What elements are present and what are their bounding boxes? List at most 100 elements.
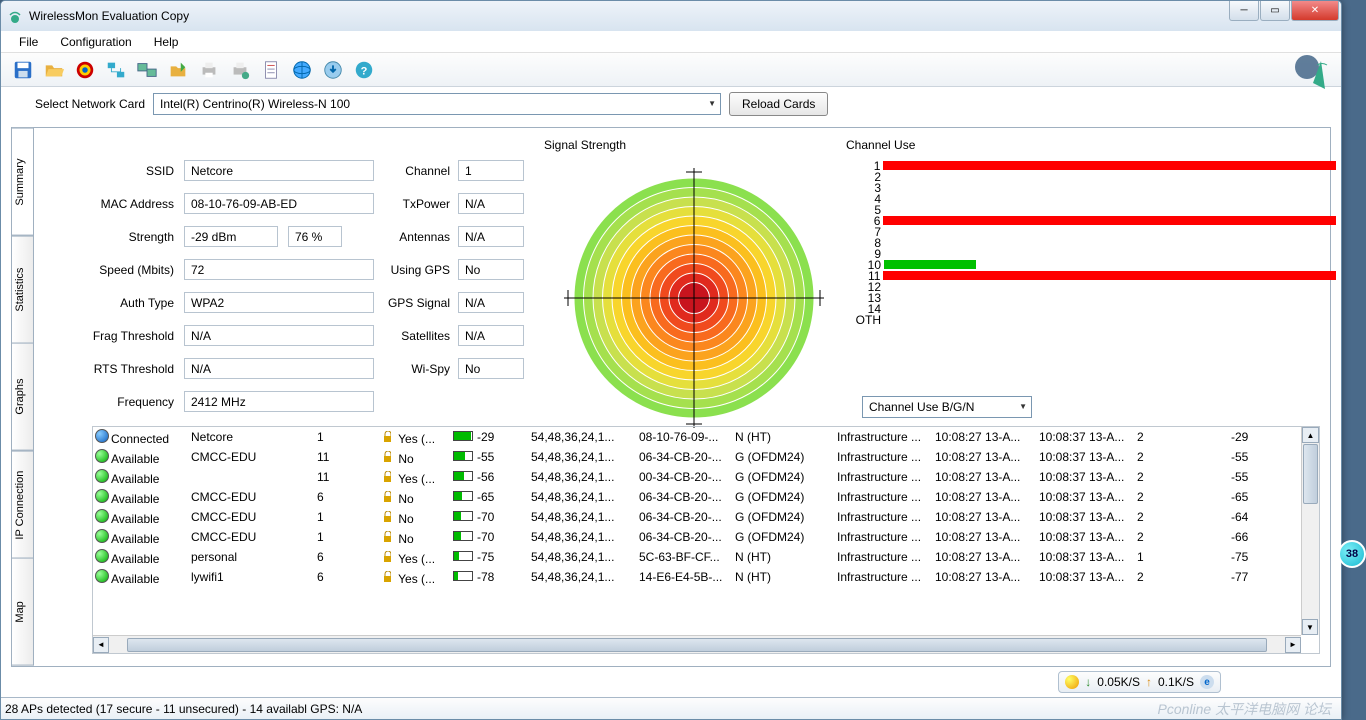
field-value: 1 <box>458 160 524 181</box>
status-icon <box>95 449 109 463</box>
menu-help[interactable]: Help <box>144 33 189 51</box>
lock-icon <box>383 531 391 543</box>
tab-statistics[interactable]: Statistics <box>12 236 34 344</box>
field-label: Using GPS <box>384 263 450 277</box>
signal-bar-icon <box>453 431 473 441</box>
field-value: N/A <box>458 325 524 346</box>
help-icon[interactable]: ? <box>352 58 376 82</box>
horizontal-scrollbar[interactable]: ◄ ► <box>93 635 1301 653</box>
field-value: N/A <box>458 193 524 214</box>
channel-use-title: Channel Use <box>846 138 915 152</box>
ie-icon[interactable]: e <box>1200 675 1214 689</box>
scroll-left-icon[interactable]: ◄ <box>93 637 109 653</box>
field-label: Channel <box>384 164 450 178</box>
field-label: GPS Signal <box>384 296 450 310</box>
lock-icon <box>383 571 391 583</box>
table-row[interactable]: Available CMCC-EDU 1 No -70 54,48,36,24,… <box>93 507 1320 527</box>
v-thumb[interactable] <box>1303 444 1318 504</box>
channel-row: 10 <box>846 259 1336 270</box>
channel-use-select[interactable]: Channel Use B/G/N <box>862 396 1032 418</box>
close-button[interactable]: ✕ <box>1291 1 1339 21</box>
log-icon[interactable] <box>259 58 283 82</box>
field-label: Strength <box>70 230 174 244</box>
field-value: 2412 MHz <box>184 391 374 412</box>
main-panel: Summary Statistics Graphs IP Connection … <box>11 127 1331 667</box>
field-label: SSID <box>70 164 174 178</box>
reload-cards-button[interactable]: Reload Cards <box>729 92 828 116</box>
download-icon[interactable] <box>321 58 345 82</box>
minimize-button[interactable]: ─ <box>1229 1 1259 21</box>
vertical-tabs: Summary Statistics Graphs IP Connection … <box>12 128 34 666</box>
field-value: WPA2 <box>184 292 374 313</box>
status-icon <box>95 549 109 563</box>
field-label: Satellites <box>384 329 450 343</box>
target-icon[interactable] <box>73 58 97 82</box>
tab-graphs[interactable]: Graphs <box>12 343 34 451</box>
menu-configuration[interactable]: Configuration <box>50 33 141 51</box>
field-value: Netcore <box>184 160 374 181</box>
toolbar: ? <box>1 53 1341 87</box>
lock-icon <box>383 491 391 503</box>
field-label: Antennas <box>384 230 450 244</box>
app-icon <box>7 8 23 24</box>
signal-strength-gauge <box>554 158 834 438</box>
net-icon[interactable] <box>104 58 128 82</box>
channel-row: 8 <box>846 237 1336 248</box>
field-label: Frag Threshold <box>70 329 174 343</box>
field-label: Frequency <box>70 395 174 409</box>
channel-row: 2 <box>846 171 1336 182</box>
field-label: MAC Address <box>70 197 174 211</box>
table-row[interactable]: Available 11 Yes (... -56 54,48,36,24,1.… <box>93 467 1320 487</box>
print-icon[interactable] <box>197 58 221 82</box>
open-icon[interactable] <box>42 58 66 82</box>
screens-icon[interactable] <box>135 58 159 82</box>
table-row[interactable]: Available CMCC-EDU 11 No -55 54,48,36,24… <box>93 447 1320 467</box>
status-icon <box>95 469 109 483</box>
table-row[interactable]: Connected Netcore 1 Yes (... -29 54,48,3… <box>93 427 1320 447</box>
table-row[interactable]: Available CMCC-EDU 6 No -65 54,48,36,24,… <box>93 487 1320 507</box>
field-value: 08-10-76-09-AB-ED <box>184 193 374 214</box>
signal-bar-icon <box>453 471 473 481</box>
field-value: N/A <box>458 226 524 247</box>
menu-file[interactable]: File <box>9 33 48 51</box>
tab-summary[interactable]: Summary <box>12 128 34 236</box>
network-card-select[interactable]: Intel(R) Centrino(R) Wireless-N 100 <box>153 93 721 115</box>
maximize-button[interactable]: ▭ <box>1260 1 1290 21</box>
up-arrow-icon: ↑ <box>1146 675 1152 689</box>
print2-icon[interactable] <box>228 58 252 82</box>
notification-bubble[interactable]: 38 <box>1338 540 1366 568</box>
vertical-scrollbar[interactable]: ▲ ▼ <box>1301 427 1319 635</box>
scroll-right-icon[interactable]: ► <box>1285 637 1301 653</box>
channel-row: 14 <box>846 303 1336 314</box>
field-value: No <box>458 358 524 379</box>
h-thumb[interactable] <box>127 638 1267 652</box>
globe-icon[interactable] <box>290 58 314 82</box>
field-label: Auth Type <box>70 296 174 310</box>
field-value2: 76 % <box>288 226 342 247</box>
channel-row: 1 <box>846 160 1336 171</box>
statusbar: 28 APs detected (17 secure - 11 unsecure… <box>1 697 1341 719</box>
save-icon[interactable] <box>11 58 35 82</box>
channel-row: OTH <box>846 314 1336 325</box>
scroll-up-icon[interactable]: ▲ <box>1302 427 1319 443</box>
networks-table: Connected Netcore 1 Yes (... -29 54,48,3… <box>92 426 1320 654</box>
table-row[interactable]: Available personal 6 Yes (... -75 54,48,… <box>93 547 1320 567</box>
signal-bar-icon <box>453 511 473 521</box>
table-row[interactable]: Available lywifi1 6 Yes (... -78 54,48,3… <box>93 567 1320 587</box>
lock-icon <box>383 551 391 563</box>
meter-icon <box>1065 675 1079 689</box>
tab-ip-connection[interactable]: IP Connection <box>12 451 34 559</box>
channel-row: 7 <box>846 226 1336 237</box>
networks-body[interactable]: Connected Netcore 1 Yes (... -29 54,48,3… <box>93 427 1320 587</box>
signal-bar-icon <box>453 571 473 581</box>
field-label: RTS Threshold <box>70 362 174 376</box>
table-row[interactable]: Available CMCC-EDU 1 No -70 54,48,36,24,… <box>93 527 1320 547</box>
titlebar[interactable]: WirelessMon Evaluation Copy ─ ▭ ✕ <box>1 1 1341 31</box>
scroll-down-icon[interactable]: ▼ <box>1302 619 1318 635</box>
status-icon <box>95 509 109 523</box>
up-speed: 0.1K/S <box>1158 675 1194 689</box>
window-controls: ─ ▭ ✕ <box>1228 1 1339 21</box>
export-icon[interactable] <box>166 58 190 82</box>
menubar: File Configuration Help <box>1 31 1341 53</box>
tab-map[interactable]: Map <box>12 558 34 666</box>
